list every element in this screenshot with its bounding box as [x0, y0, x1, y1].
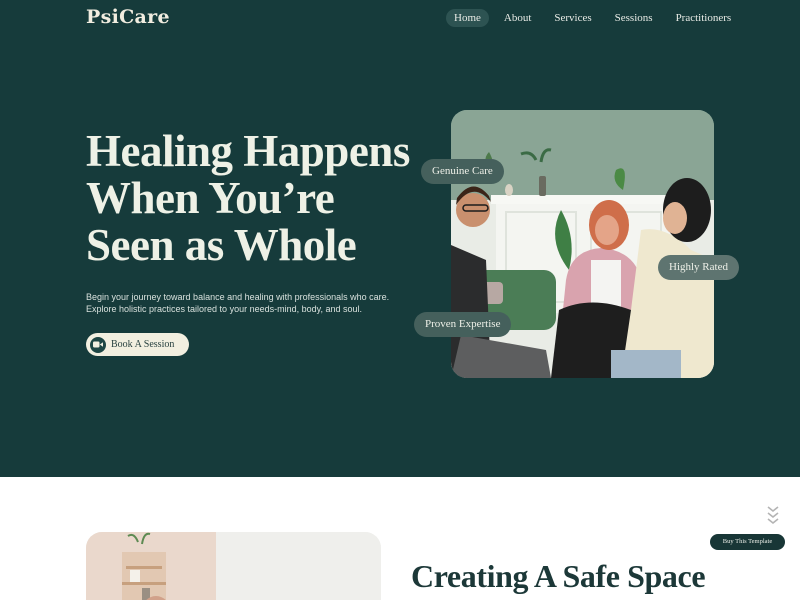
hero-subtext-line-2: Explore holistic practices tailored to y…: [86, 304, 362, 314]
hero-subtext-line-1: Begin your journey toward balance and he…: [86, 292, 390, 302]
book-session-label: Book A Session: [111, 339, 175, 350]
nav-services[interactable]: Services: [546, 9, 599, 27]
brand-logo[interactable]: PsiCare: [86, 6, 170, 28]
badge-highly-rated: Highly Rated: [658, 255, 739, 280]
main-nav: Home About Services Sessions Practitione…: [446, 9, 746, 27]
badge-proven-expertise: Proven Expertise: [414, 312, 512, 337]
nav-sessions[interactable]: Sessions: [607, 9, 661, 27]
nav-about[interactable]: About: [496, 9, 540, 27]
safe-space-heading: Creating A Safe Space: [411, 558, 706, 594]
nav-home[interactable]: Home: [446, 9, 489, 27]
hero-section: PsiCare Home About Services Sessions Pra…: [0, 0, 800, 477]
hero-therapy-photo: [451, 110, 714, 378]
buy-template-button[interactable]: Buy This Template: [710, 534, 785, 550]
safe-space-photo: [86, 532, 381, 600]
nav-practitioners[interactable]: Practitioners: [668, 9, 740, 27]
video-camera-icon: [90, 336, 106, 353]
badge-genuine-care: Genuine Care: [421, 159, 504, 184]
book-session-button[interactable]: Book A Session: [86, 333, 189, 356]
hero-headline: Healing Happens When You’re Seen as Whol…: [86, 126, 410, 270]
scroll-down-icon[interactable]: [766, 505, 780, 530]
hero-subtext: Begin your journey toward balance and he…: [86, 291, 416, 315]
